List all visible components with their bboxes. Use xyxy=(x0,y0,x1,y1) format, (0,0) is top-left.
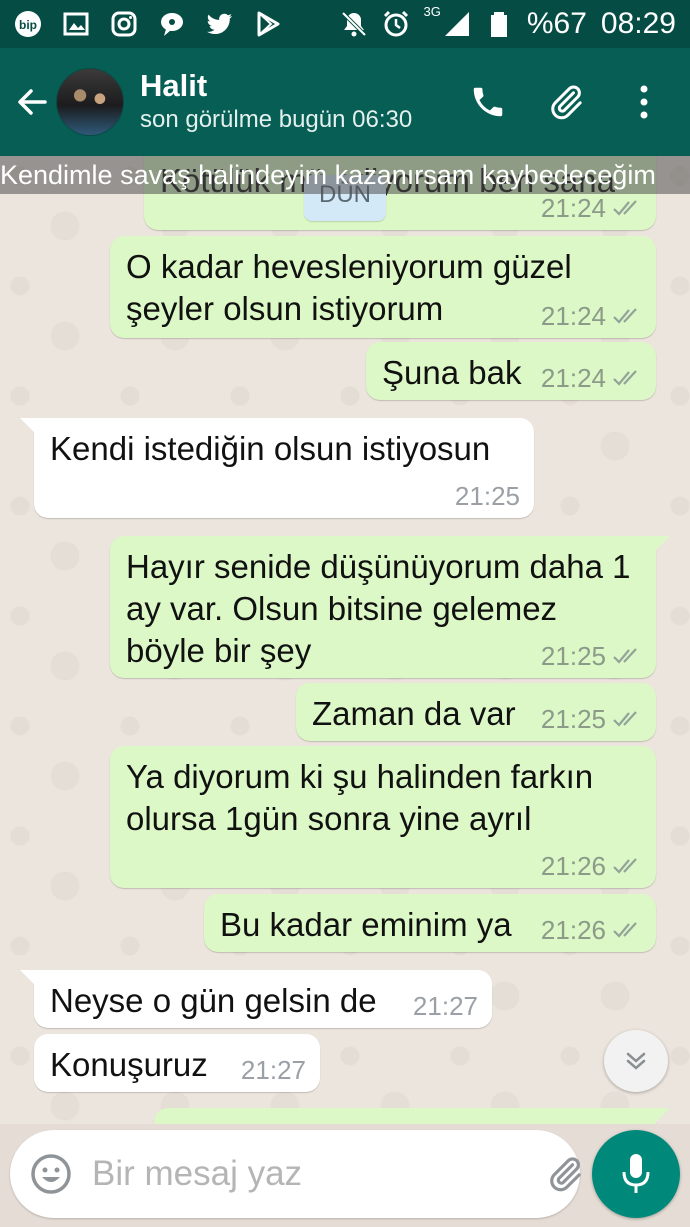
network-icon: 3G xyxy=(424,4,471,38)
emoji-button[interactable] xyxy=(30,1152,72,1196)
message-time: 21:25 xyxy=(454,481,520,511)
message-time: 21:27 xyxy=(412,991,478,1021)
battery-percent: %67 xyxy=(526,7,587,40)
message-time: 21:26 xyxy=(540,915,606,945)
message-meta: 21:26 xyxy=(541,852,642,880)
message-outgoing-partial[interactable] xyxy=(154,1108,670,1124)
message-meta: 21:25 xyxy=(541,642,642,670)
paperclip-icon xyxy=(551,85,582,120)
scroll-to-bottom-button[interactable] xyxy=(604,1030,668,1092)
play-store-icon xyxy=(254,10,282,38)
message-meta: 21:26 xyxy=(541,916,642,944)
image-icon xyxy=(62,10,90,38)
avatar[interactable] xyxy=(56,68,124,136)
back-arrow-icon[interactable] xyxy=(12,82,52,122)
message-meta: 21:27 xyxy=(413,992,478,1020)
attach-file-button[interactable] xyxy=(545,1152,585,1196)
double-check-icon xyxy=(613,922,637,938)
message-meta: 21:25 xyxy=(455,482,520,510)
voice-record-button[interactable] xyxy=(592,1130,680,1218)
double-check-icon xyxy=(613,200,637,216)
message-meta: 21:24 xyxy=(541,302,642,330)
message-time: 21:24 xyxy=(540,193,606,223)
phone-icon xyxy=(473,87,503,117)
more-options-button[interactable] xyxy=(620,78,668,126)
message-time: 21:24 xyxy=(540,301,606,331)
twitter-icon xyxy=(206,10,234,38)
message-time: 21:25 xyxy=(540,704,606,734)
message-outgoing[interactable]: Şuna bak 21:24 xyxy=(366,342,656,400)
message-text: Ya diyorum ki şu halinden farkın olursa … xyxy=(126,758,594,837)
message-time: 21:25 xyxy=(540,641,606,671)
message-time: 21:27 xyxy=(240,1055,306,1085)
message-text: Kendi istediğin olsun istiyosun xyxy=(50,430,491,467)
alarm-icon xyxy=(382,10,410,38)
bip-icon: bip xyxy=(14,10,42,38)
paperclip-icon xyxy=(550,1157,581,1192)
clock: 08:29 xyxy=(600,7,676,40)
message-composer xyxy=(10,1130,645,1218)
contact-info[interactable]: Halit son görülme bugün 06:30 xyxy=(140,68,464,136)
microphone-icon xyxy=(622,1154,650,1193)
message-meta: 21:25 xyxy=(541,705,642,733)
status-bar: bip 3G %67 08:29 xyxy=(0,0,690,48)
message-incoming[interactable]: Kendi istediğin olsun istiyosun 21:25 xyxy=(20,418,534,518)
contact-name: Halit xyxy=(140,68,208,103)
message-input[interactable] xyxy=(90,1153,545,1195)
more-vert-icon xyxy=(640,85,648,119)
status-banner: Kendimle savaş halindeyim kazanırsam kay… xyxy=(0,156,690,194)
message-outgoing[interactable]: Zaman da var 21:25 xyxy=(296,683,656,741)
message-outgoing[interactable]: Hayır senide düşünüyorum daha 1 ay var. … xyxy=(110,536,670,678)
call-button[interactable] xyxy=(464,78,512,126)
message-incoming[interactable]: Neyse o gün gelsin de 21:27 xyxy=(20,970,492,1028)
emoji-icon xyxy=(31,1154,71,1194)
message-time: 21:26 xyxy=(540,851,606,881)
double-check-icon xyxy=(613,370,637,386)
message-meta: 21:24 xyxy=(541,194,642,222)
mute-icon xyxy=(340,10,368,38)
double-check-icon xyxy=(613,648,637,664)
message-incoming[interactable]: Konuşuruz 21:27 xyxy=(34,1034,320,1092)
network-label: 3G xyxy=(423,4,441,19)
double-check-icon xyxy=(613,308,637,324)
message-outgoing[interactable]: O kadar hevesleniyorum güzel şeyler olsu… xyxy=(110,236,656,338)
message-time: 21:24 xyxy=(540,363,606,393)
chevron-down-icon xyxy=(626,1052,646,1070)
chat-bubble-icon xyxy=(158,10,186,38)
svg-text:bip: bip xyxy=(19,18,37,32)
message-text: O kadar hevesleniyorum güzel şeyler olsu… xyxy=(126,248,572,327)
double-check-icon xyxy=(613,711,637,727)
attach-button[interactable] xyxy=(542,78,590,126)
battery-icon xyxy=(485,10,513,38)
double-check-icon xyxy=(613,858,637,874)
message-outgoing[interactable]: Bu kadar eminim ya 21:26 xyxy=(204,894,656,952)
message-meta: 21:24 xyxy=(541,364,642,392)
message-outgoing[interactable]: Ya diyorum ki şu halinden farkın olursa … xyxy=(110,746,656,888)
chat-area[interactable]: Kötülük mü ediyorum ben sana 21:24 O kad… xyxy=(0,156,690,1124)
instagram-icon xyxy=(110,10,138,38)
chat-header: Halit son görülme bugün 06:30 xyxy=(0,48,690,156)
message-meta: 21:27 xyxy=(241,1056,306,1084)
last-seen: son görülme bugün 06:30 xyxy=(140,106,413,133)
